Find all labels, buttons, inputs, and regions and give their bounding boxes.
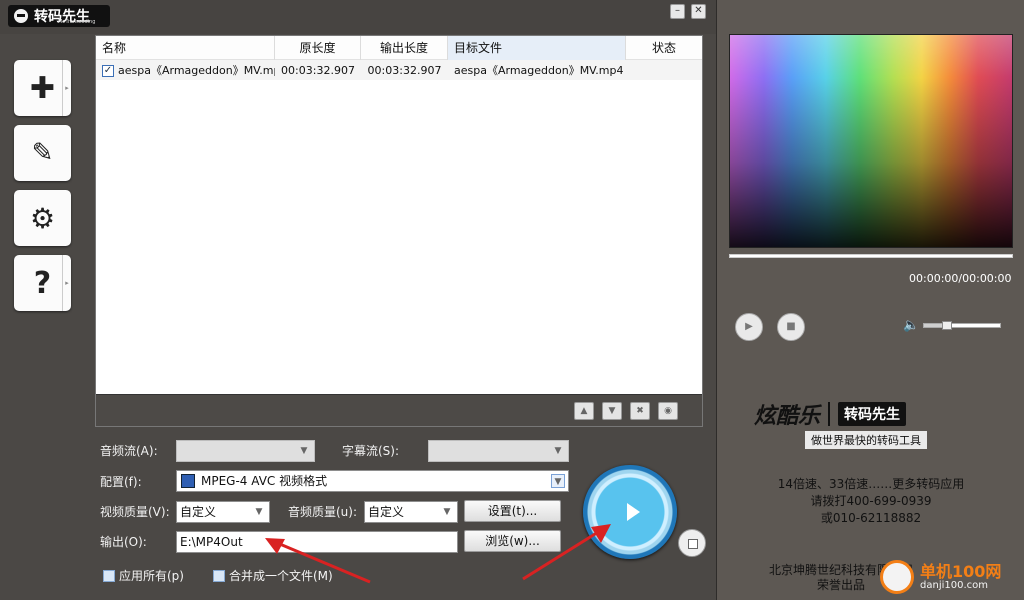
dropdown-arrow-icon[interactable]: ▸ xyxy=(62,60,71,116)
cell-out-length: 00:03:32.907 xyxy=(367,63,442,77)
video-quality-value: 自定义 xyxy=(180,505,217,519)
move-up-icon[interactable]: ▲ xyxy=(574,402,594,420)
settings-button[interactable]: ⚙ xyxy=(14,190,71,246)
audio-stream-select[interactable]: ▼ xyxy=(176,440,315,462)
profile-value: MPEG-4 AVC 视频格式 xyxy=(201,474,328,488)
video-quality-select[interactable]: 自定义 ▼ xyxy=(176,501,270,523)
speaker-icon: 🔈 xyxy=(903,318,920,333)
cell-orig-length: 00:03:32.907 xyxy=(281,63,355,77)
watermark-logo-icon xyxy=(880,560,914,594)
subtitle-stream-select[interactable]: ▼ xyxy=(428,440,569,462)
file-list-header: 名称 原长度 输出长度 目标文件 状态 xyxy=(96,36,702,60)
help-button[interactable]: ? ▸ xyxy=(14,255,71,311)
edit-button[interactable]: ✎ xyxy=(14,125,71,181)
video-quality-label: 视频质量(V): xyxy=(100,505,170,519)
time-display: 00:00:00/00:00:00 xyxy=(909,272,1012,285)
question-icon: ? xyxy=(33,265,52,301)
profile-label: 配置(f): xyxy=(100,475,142,489)
volume-knob[interactable] xyxy=(941,321,952,330)
gear-icon: ⚙ xyxy=(29,201,56,235)
column-status[interactable]: 状态 xyxy=(626,36,702,60)
watermark-url: danji100.com xyxy=(920,579,988,591)
subtitle-stream-label: 字幕流(S): xyxy=(342,444,400,458)
brand-divider xyxy=(828,402,831,426)
audio-quality-value: 自定义 xyxy=(368,505,405,519)
cell-target: aespa《Armageddon》MV.mp4 xyxy=(454,64,624,77)
brand-left: 炫酷乐 xyxy=(754,404,821,429)
checkbox-box[interactable] xyxy=(213,569,225,582)
stop-convert-button[interactable] xyxy=(678,529,706,557)
ad-line3: 或010-62118882 xyxy=(820,511,922,525)
move-down-icon[interactable]: ▼ xyxy=(602,402,622,420)
ad-line2: 请拨打400-699-0939 xyxy=(810,494,932,508)
watermark: 单机100网 danji100.com xyxy=(880,560,1001,594)
preview-panel: 00:00:00/00:00:00 ▶ ■ 🔈 炫酷乐 转码先生 做世界最快的转… xyxy=(716,0,1024,600)
stop-button[interactable]: ■ xyxy=(777,313,805,341)
minimize-button[interactable]: – xyxy=(670,4,685,19)
annotation-arrow-start xyxy=(522,524,611,581)
chevron-down-icon: ▼ xyxy=(554,446,562,456)
column-out-length[interactable]: 输出长度 xyxy=(361,36,448,60)
brand-right: 转码先生 xyxy=(838,402,907,426)
chevron-down-icon: ▼ xyxy=(255,507,263,517)
ad-brand: 炫酷乐 转码先生 xyxy=(754,398,907,430)
clear-icon[interactable]: ◉ xyxy=(658,402,678,420)
column-target[interactable]: 目标文件 xyxy=(448,36,626,60)
row-checkbox[interactable]: ✓ xyxy=(102,65,114,77)
volume-slider[interactable] xyxy=(923,321,1002,330)
output-label: 输出(O): xyxy=(100,535,147,549)
video-preview xyxy=(729,34,1013,248)
chevron-down-icon: ▼ xyxy=(443,507,451,517)
play-button[interactable]: ▶ xyxy=(735,313,763,341)
app-logo: 转码先生 Mr.Transcoding xyxy=(8,5,110,27)
mascot-icon xyxy=(12,7,30,25)
file-list: 名称 原长度 输出长度 目标文件 状态 ✓ aespa《Armageddon》MV… xyxy=(95,35,703,427)
audio-quality-select[interactable]: 自定义 ▼ xyxy=(364,501,458,523)
watermark-title: 单机100网 xyxy=(920,561,1002,581)
annotation-arrow-output xyxy=(265,538,371,584)
play-icon xyxy=(627,503,640,521)
title-bar: 转码先生 Mr.Transcoding – ✕ xyxy=(0,0,716,34)
close-button[interactable]: ✕ xyxy=(691,4,706,19)
pencil-icon: ✎ xyxy=(31,138,54,168)
profile-select[interactable]: MPEG-4 AVC 视频格式 ▼ xyxy=(176,470,569,492)
logo-subtext: Mr.Transcoding xyxy=(58,19,96,25)
chevron-down-icon: ▼ xyxy=(551,474,565,488)
ad-line1: 14倍速、33倍速……更多转码应用 xyxy=(777,477,965,491)
chevron-down-icon: ▼ xyxy=(300,446,308,456)
film-icon xyxy=(181,474,195,488)
audio-stream-label: 音频流(A): xyxy=(100,444,158,458)
cell-name: ✓ aespa《Armageddon》MV.mp4 xyxy=(96,62,275,78)
ad-slogan: 做世界最快的转码工具 xyxy=(805,431,927,449)
file-name: aespa《Armageddon》MV.mp4 xyxy=(118,64,275,77)
column-name[interactable]: 名称 xyxy=(96,36,275,60)
column-orig-length[interactable]: 原长度 xyxy=(275,36,361,60)
remove-icon[interactable]: ✖ xyxy=(630,402,650,420)
add-file-button[interactable]: ✚ ▸ xyxy=(14,60,71,116)
apply-all-checkbox[interactable]: 应用所有(p) xyxy=(103,567,184,584)
app-window: 转码先生 Mr.Transcoding – ✕ ✚ ▸ ✎ ⚙ ? ▸ 名称 原长度… xyxy=(0,0,1024,600)
seek-bar[interactable] xyxy=(729,254,1013,258)
plus-icon: ✚ xyxy=(29,70,56,106)
audio-quality-label: 音频质量(u): xyxy=(288,505,358,519)
table-row[interactable]: ✓ aespa《Armageddon》MV.mp4 00:03:32.907 00… xyxy=(96,60,702,80)
apply-all-label: 应用所有(p) xyxy=(119,569,184,583)
dropdown-arrow-icon[interactable]: ▸ xyxy=(62,255,71,311)
volume-control[interactable]: 🔈 xyxy=(903,318,1002,333)
list-actions-bar: ▲ ▼ ✖ ◉ xyxy=(96,394,702,426)
checkbox-box[interactable] xyxy=(103,569,115,582)
